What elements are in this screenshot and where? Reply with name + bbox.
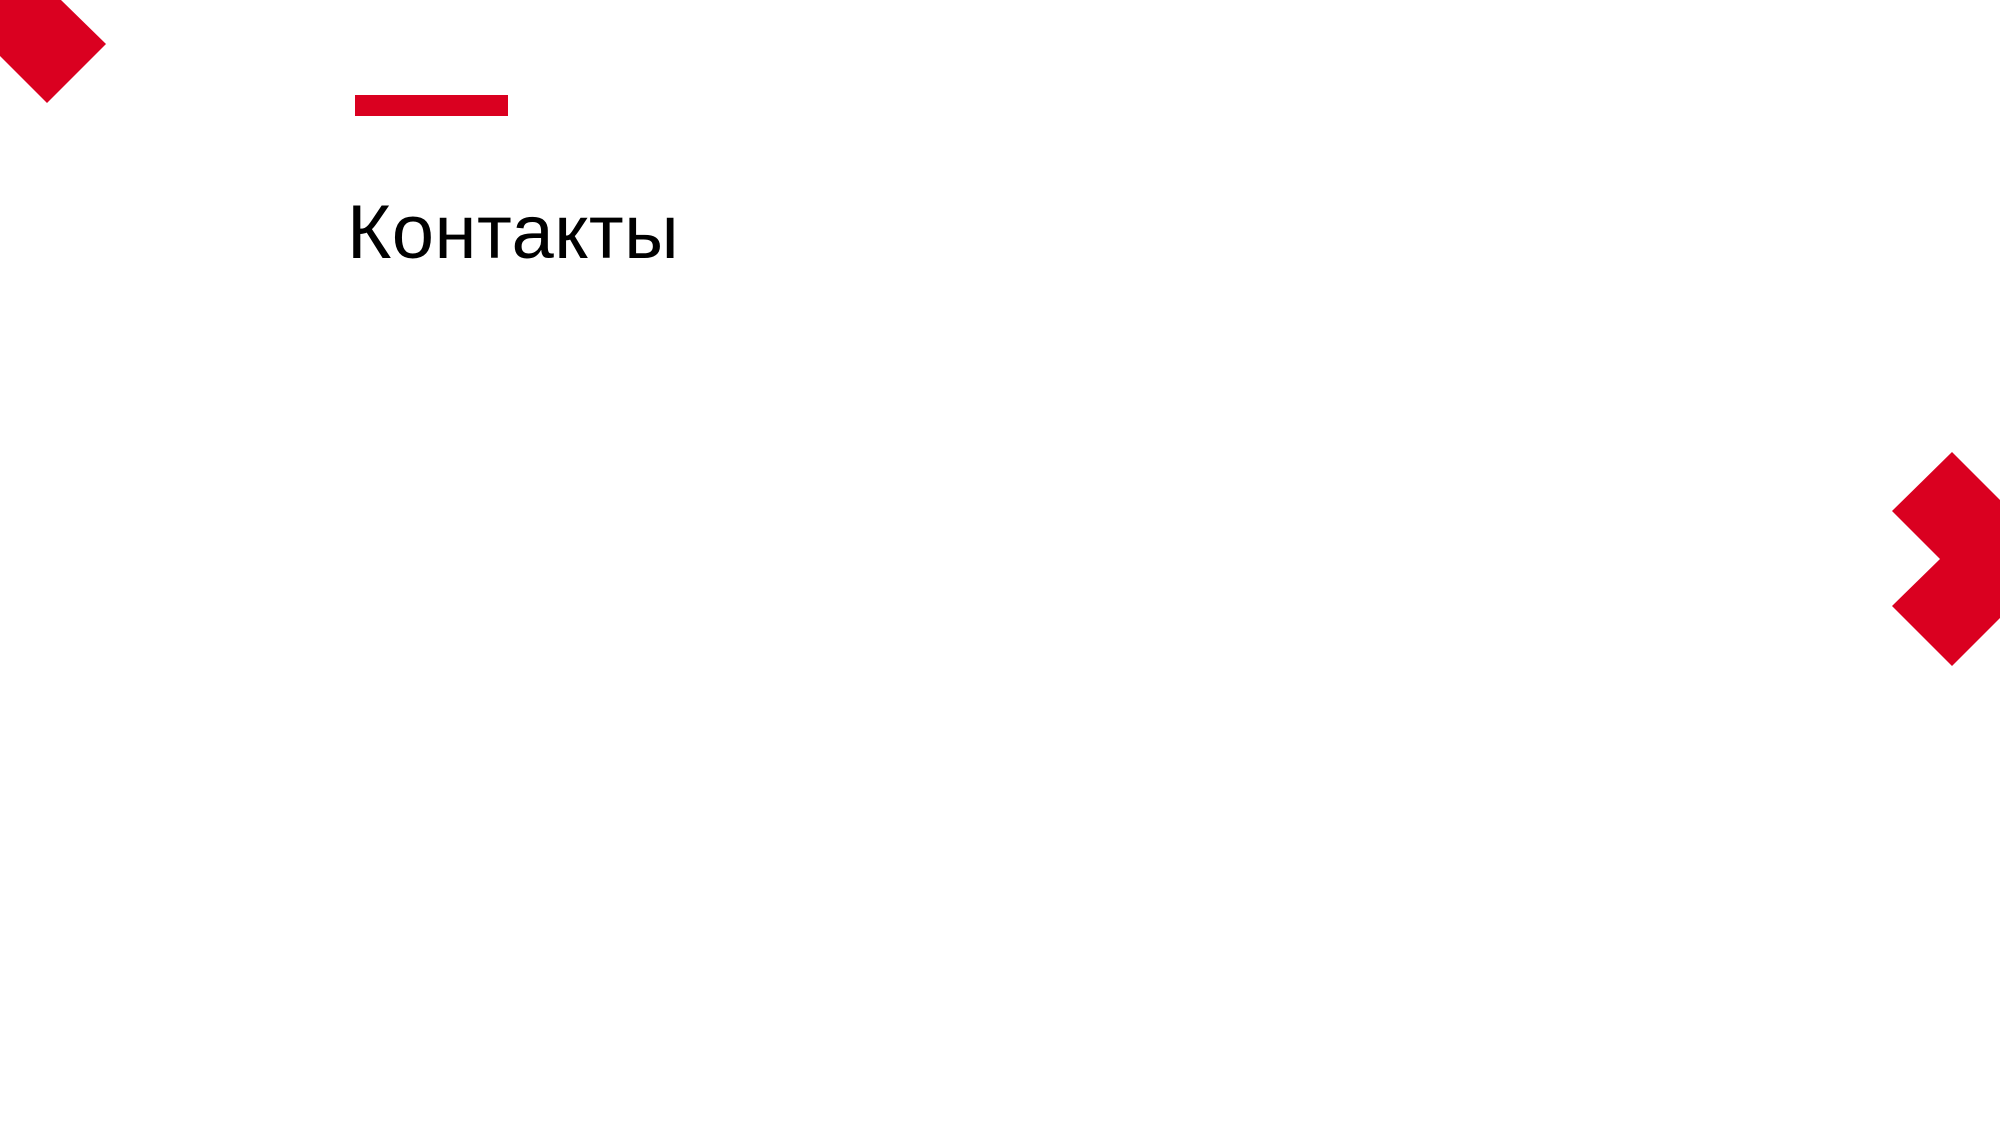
side-chevron-decoration [1892, 452, 2000, 666]
corner-diamond-decoration [0, 0, 106, 103]
page-title: Контакты [347, 190, 680, 275]
title-accent-bar [355, 95, 508, 116]
slide: Контакты [0, 0, 2000, 1125]
corner-diamond-shape [0, 0, 106, 103]
side-chevron-shape [1892, 452, 2000, 666]
